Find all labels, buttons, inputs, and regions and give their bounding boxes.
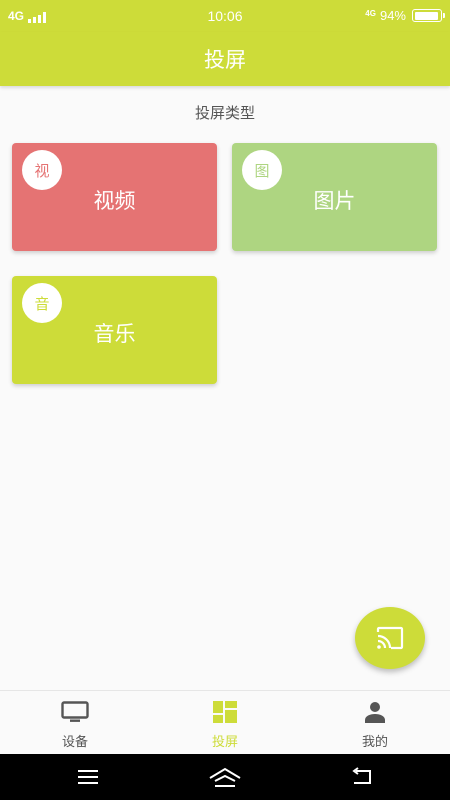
card-music-badge: 音 bbox=[22, 283, 62, 323]
cast-button[interactable] bbox=[355, 607, 425, 669]
person-icon bbox=[365, 702, 385, 723]
tv-icon bbox=[61, 701, 89, 722]
menu-icon[interactable] bbox=[76, 767, 100, 787]
nav-item-profile[interactable]: 我的 bbox=[300, 691, 450, 755]
status-bar: 4G 10:06 4G 94% bbox=[0, 0, 450, 32]
app-bar: 投屏 bbox=[0, 32, 450, 86]
nav-item-devices[interactable]: 设备 bbox=[0, 691, 150, 755]
card-music-label: 音乐 bbox=[93, 322, 136, 346]
battery-text: 94% bbox=[379, 8, 406, 23]
home-icon[interactable] bbox=[208, 767, 242, 789]
card-music[interactable]: 音 音乐 bbox=[12, 276, 217, 384]
back-icon[interactable] bbox=[350, 767, 374, 787]
dashboard-icon bbox=[213, 701, 237, 723]
card-video-label: 视频 bbox=[93, 189, 136, 213]
card-image-label: 图片 bbox=[313, 189, 356, 213]
system-nav-bar bbox=[0, 754, 450, 800]
card-image[interactable]: 图 图片 bbox=[232, 143, 437, 251]
nav-label-profile: 我的 bbox=[361, 735, 388, 750]
nav-label-cast: 投屏 bbox=[211, 735, 238, 750]
network-type-right: 4G bbox=[365, 8, 376, 18]
battery-icon bbox=[412, 9, 445, 22]
section-title: 投屏类型 bbox=[194, 104, 255, 122]
card-video[interactable]: 视 视频 bbox=[12, 143, 217, 251]
cast-icon bbox=[376, 626, 404, 650]
card-video-badge: 视 bbox=[22, 150, 62, 190]
card-image-badge: 图 bbox=[242, 150, 282, 190]
page-title: 投屏 bbox=[204, 48, 246, 72]
nav-item-cast[interactable]: 投屏 bbox=[150, 691, 300, 755]
nav-label-devices: 设备 bbox=[61, 735, 88, 750]
bottom-nav: 设备 投屏 我的 bbox=[0, 690, 450, 754]
status-right: 4G 94% bbox=[365, 8, 445, 23]
